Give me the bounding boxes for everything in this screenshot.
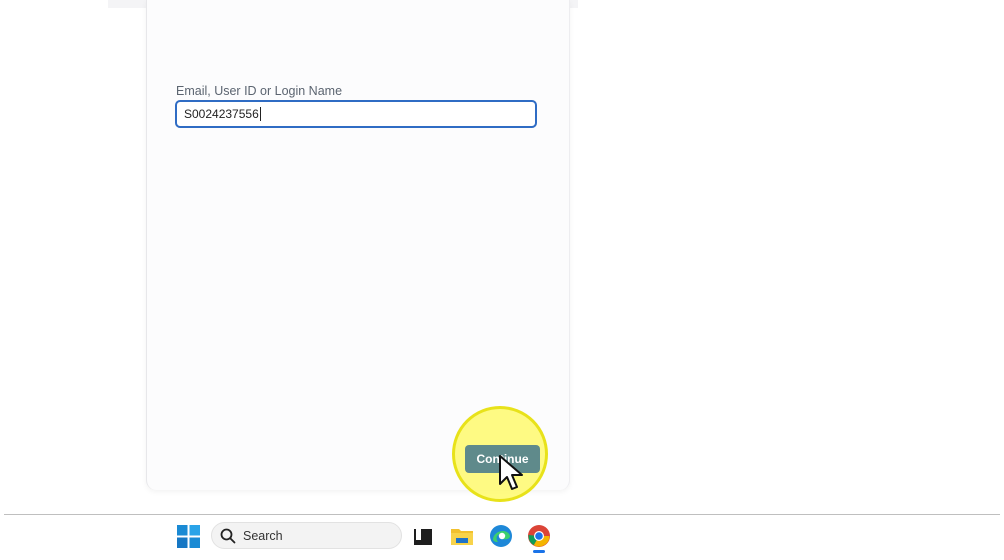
mouse-cursor-icon bbox=[499, 455, 523, 490]
folder-icon[interactable] bbox=[450, 524, 474, 548]
active-app-indicator bbox=[533, 550, 545, 553]
login-field-label: Email, User ID or Login Name bbox=[176, 84, 343, 98]
chrome-icon[interactable] bbox=[527, 524, 551, 548]
taskbar-search-box[interactable]: Search bbox=[211, 522, 402, 549]
text-caret bbox=[259, 107, 261, 121]
login-id-value: S0024237556 bbox=[184, 107, 259, 121]
search-placeholder: Search bbox=[243, 529, 283, 543]
login-id-input[interactable]: S0024237556 bbox=[175, 100, 537, 128]
edge-icon[interactable] bbox=[489, 524, 513, 548]
terminal-icon[interactable] bbox=[412, 524, 436, 548]
search-icon bbox=[220, 528, 236, 544]
windows-start-icon[interactable] bbox=[177, 525, 200, 548]
